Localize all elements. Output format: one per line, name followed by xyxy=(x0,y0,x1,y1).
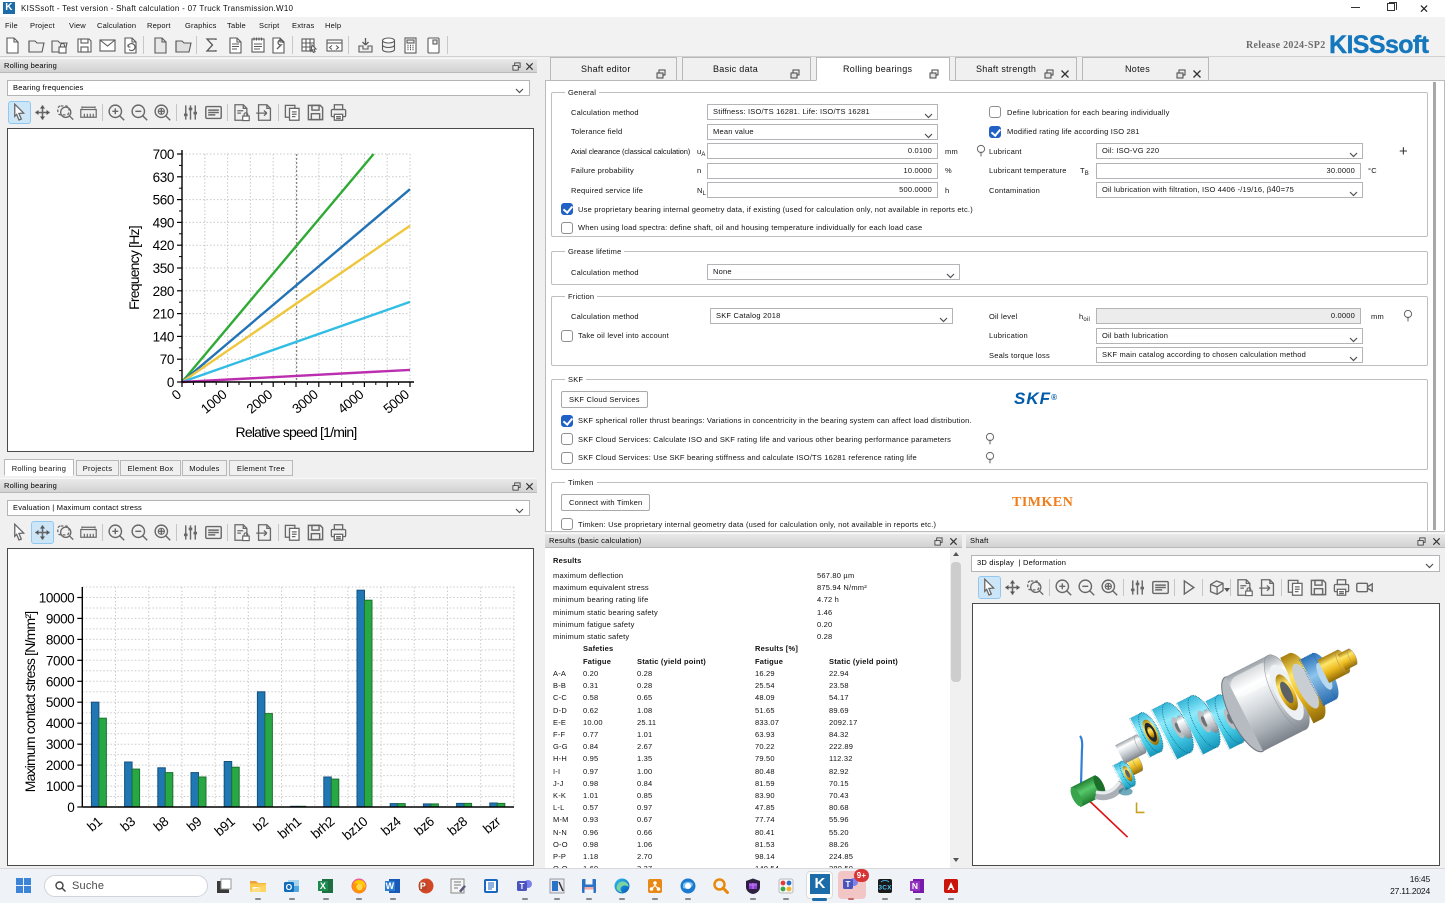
svg-text:140: 140 xyxy=(153,329,174,344)
svg-text:630: 630 xyxy=(153,170,174,185)
svg-text:1000: 1000 xyxy=(46,779,74,794)
svg-text:350: 350 xyxy=(153,261,174,276)
svg-text:280: 280 xyxy=(153,284,174,299)
svg-text:Maximum contact stress [N/mm²]: Maximum contact stress [N/mm²] xyxy=(22,612,38,793)
svg-text:5000: 5000 xyxy=(46,695,74,710)
svg-text:T: T xyxy=(519,882,524,891)
svg-text:6000: 6000 xyxy=(46,674,74,689)
svg-text:T: T xyxy=(845,880,850,889)
svg-text:700: 700 xyxy=(153,147,174,162)
svg-text:N: N xyxy=(912,881,918,891)
svg-text:Relative speed [1/min]: Relative speed [1/min] xyxy=(236,424,357,440)
svg-text:W: W xyxy=(386,881,395,891)
svg-text:70: 70 xyxy=(160,352,174,367)
svg-text:8000: 8000 xyxy=(46,632,74,647)
svg-text:0: 0 xyxy=(67,800,74,815)
svg-text:7000: 7000 xyxy=(46,653,74,668)
svg-text:560: 560 xyxy=(153,193,174,208)
svg-text:3CX: 3CX xyxy=(878,885,892,892)
svg-text:Frequency [Hz]: Frequency [Hz] xyxy=(126,226,142,310)
svg-text:P: P xyxy=(420,881,426,891)
svg-text:X: X xyxy=(320,881,326,891)
svg-text:420: 420 xyxy=(153,238,174,253)
svg-text:3000: 3000 xyxy=(46,737,74,752)
svg-text:2000: 2000 xyxy=(46,758,74,773)
svg-text:210: 210 xyxy=(153,307,174,322)
svg-text:490: 490 xyxy=(153,215,174,230)
svg-text:O: O xyxy=(286,882,293,892)
svg-text:9000: 9000 xyxy=(46,611,74,626)
svg-text:10000: 10000 xyxy=(39,591,75,606)
svg-text:4000: 4000 xyxy=(46,716,74,731)
